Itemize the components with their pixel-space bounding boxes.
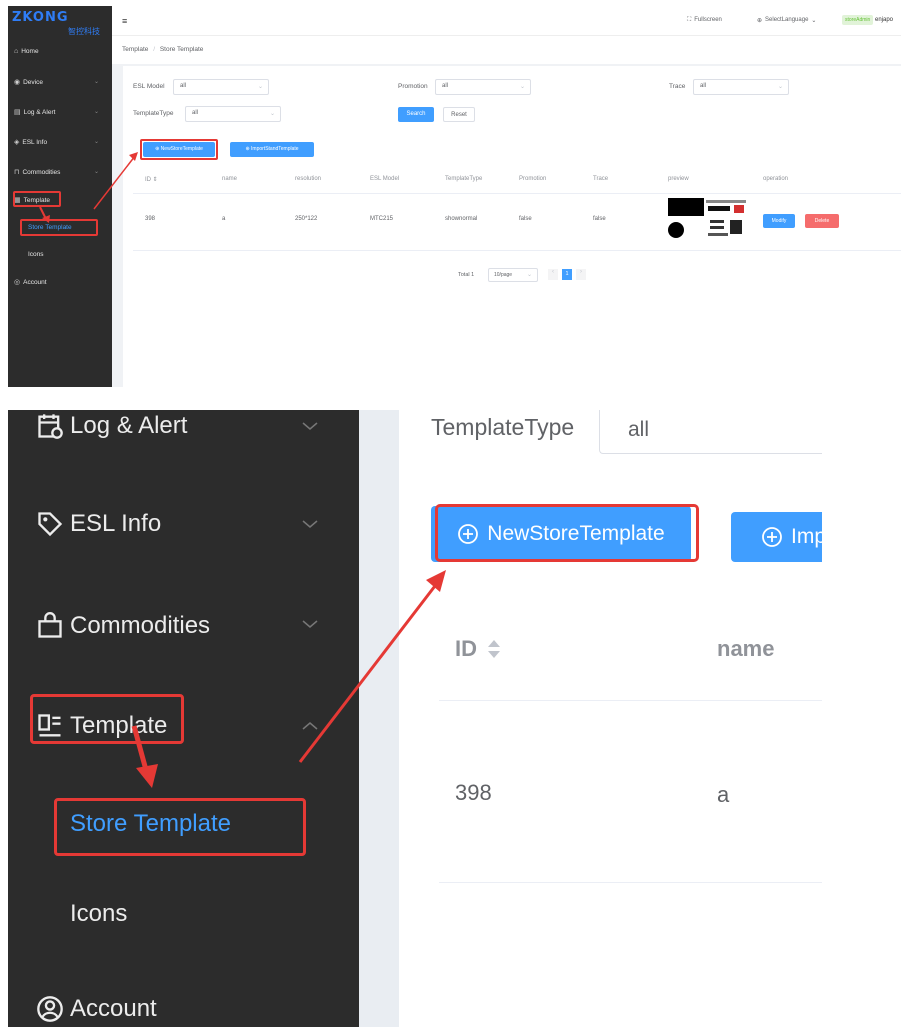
annotation-arrow bbox=[131, 570, 446, 788]
overview-screenshot: ZKONG 智控科技 ⌂ Home ◉ Device ⌄ ▤ Log & Alert … bbox=[8, 6, 901, 387]
annotation-arrow bbox=[39, 152, 138, 223]
zoomed-screenshot: Log & Alert ESL Info Commodities Templat… bbox=[8, 410, 822, 1027]
